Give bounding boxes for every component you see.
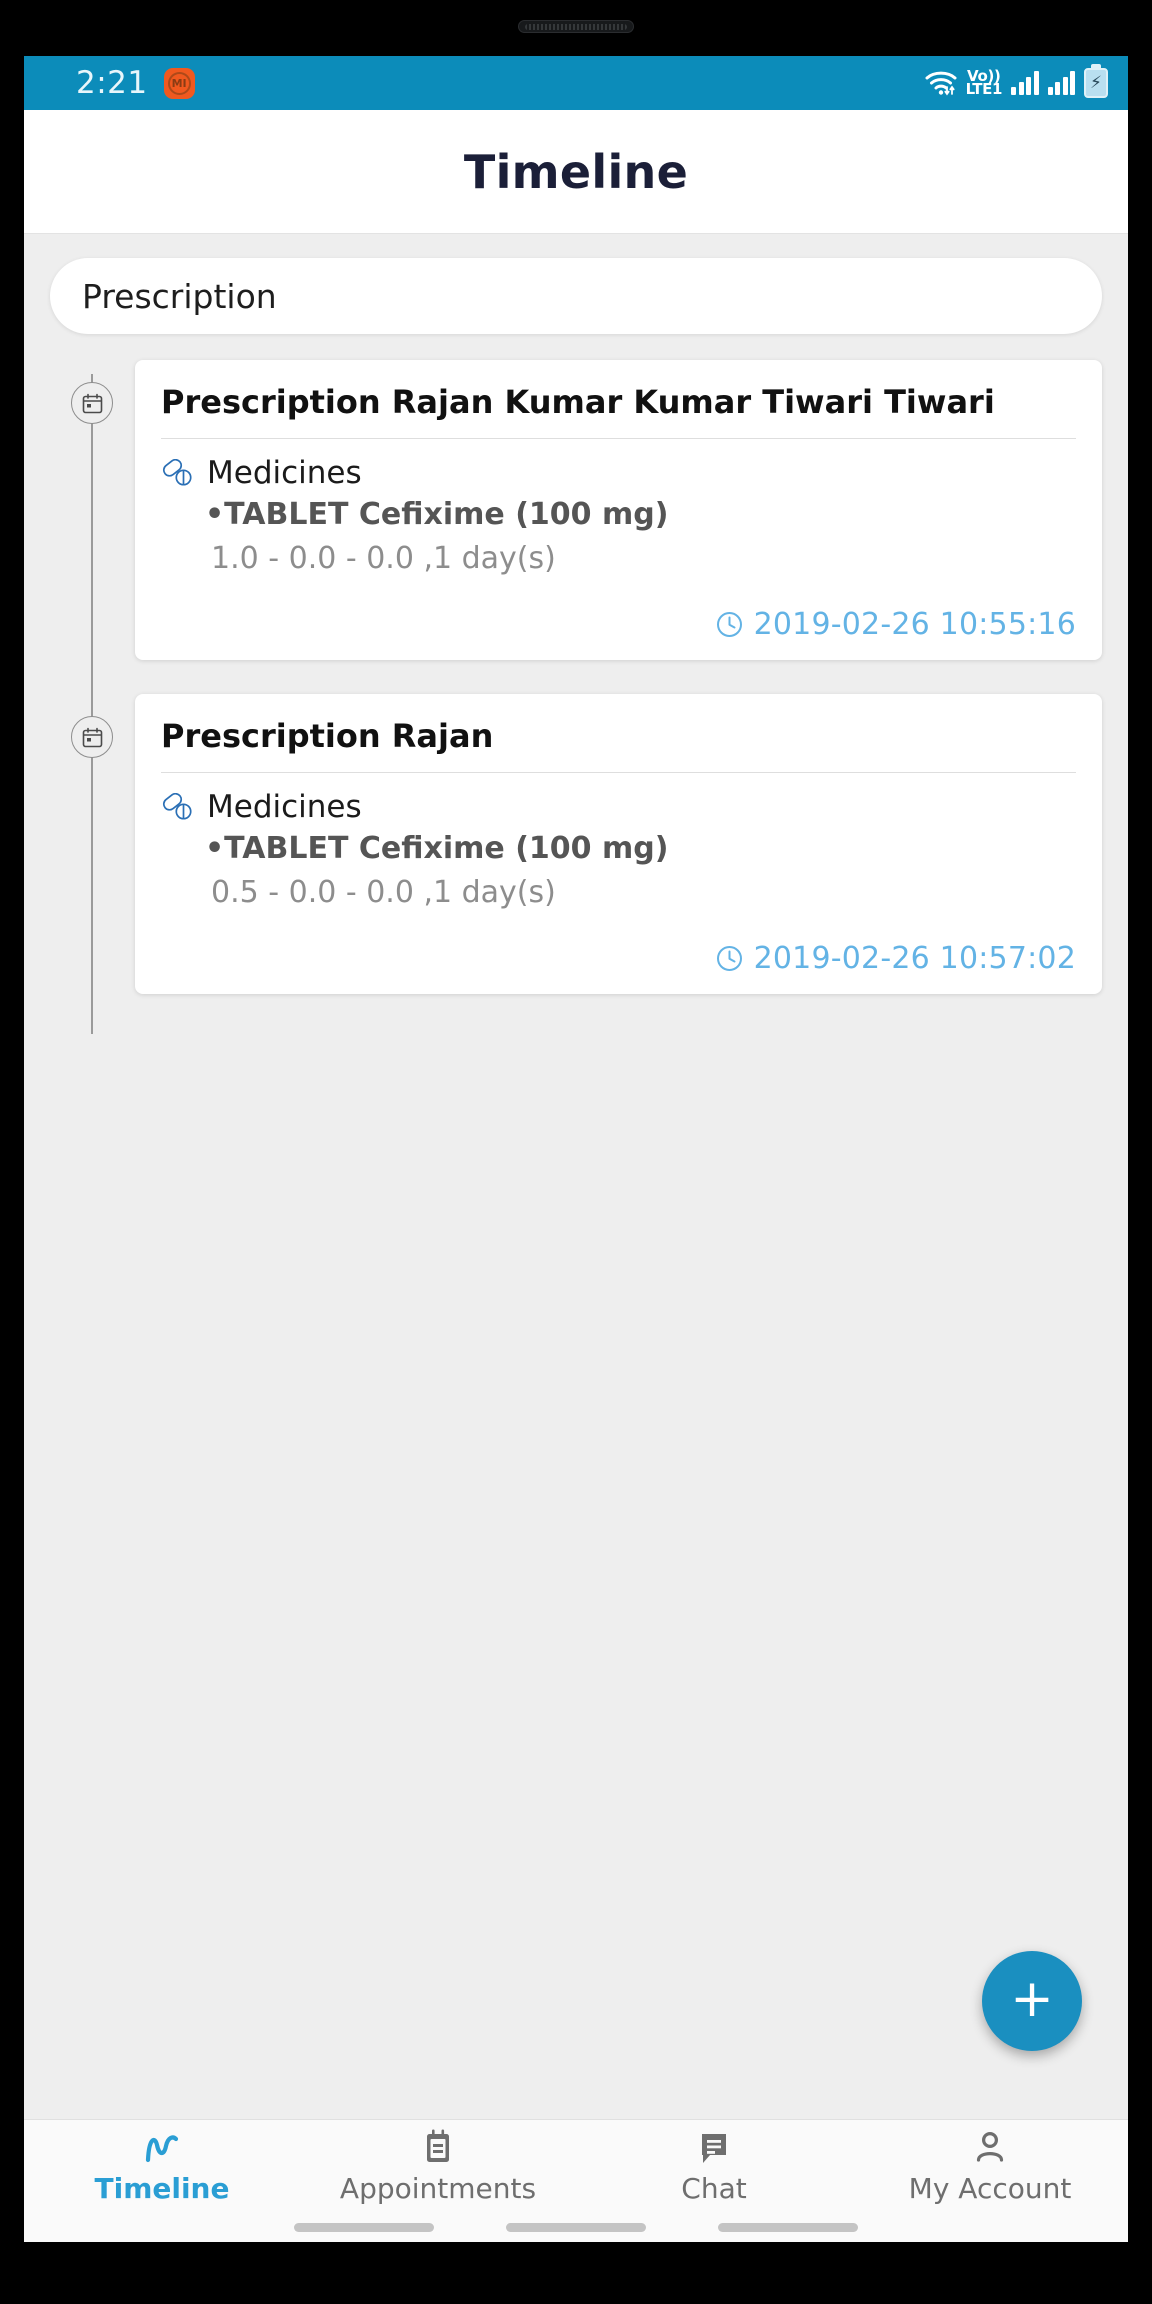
prescription-card-title: Prescription Rajan — [161, 717, 494, 755]
app-bar: Timeline — [24, 110, 1128, 234]
earpiece-speaker — [518, 20, 634, 33]
medicine-dosage: 0.5 - 0.0 - 0.0 ,1 day(s) — [211, 874, 556, 910]
nav-item-timeline[interactable]: Timeline — [24, 2128, 300, 2205]
timeline-marker — [71, 716, 113, 758]
timeline-entry: Prescription Rajan Medicines •TABLET Cef… — [24, 694, 1128, 994]
timeline-entry: Prescription Rajan Kumar Kumar Tiwari Ti… — [24, 360, 1128, 660]
page-title: Timeline — [463, 144, 689, 199]
clock-icon — [716, 945, 743, 972]
plus-icon: + — [1010, 1969, 1054, 2029]
status-bar-left: 2:21 MI — [76, 65, 195, 101]
pills-icon — [161, 792, 195, 821]
chat-bubble-icon — [698, 2128, 730, 2166]
timeline-list: Prescription Rajan Kumar Kumar Tiwari Ti… — [24, 360, 1128, 1034]
medicines-section-header: Medicines — [161, 789, 1076, 825]
prescription-card-title: Prescription Rajan Kumar Kumar Tiwari Ti… — [161, 383, 995, 421]
add-record-fab[interactable]: + — [982, 1951, 1082, 2051]
system-gesture-bar — [24, 2213, 1128, 2242]
status-clock: 2:21 — [76, 65, 148, 101]
nav-label-appointments: Appointments — [339, 2172, 537, 2205]
card-footer: 2019-02-26 10:57:02 — [161, 927, 1076, 976]
gesture-pill-back[interactable] — [294, 2223, 434, 2232]
nav-item-chat[interactable]: Chat — [576, 2128, 852, 2205]
battery-charging-icon: ⚡ — [1084, 68, 1108, 98]
timeline-chart-icon — [142, 2128, 182, 2166]
calendar-device-icon — [423, 2128, 453, 2166]
volte-icon: Vo)) LTE1 — [965, 69, 1003, 98]
person-icon — [973, 2128, 1007, 2166]
volte-lte-label: LTE1 — [965, 80, 1003, 98]
device-frame: 2:21 MI Vo)) LTE1 ⚡ Timeline Prescriptio… — [0, 0, 1152, 2304]
status-bar-right: Vo)) LTE1 ⚡ — [925, 68, 1108, 98]
mi-app-icon-label: MI — [171, 76, 187, 90]
gesture-pill-recents[interactable] — [718, 2223, 858, 2232]
card-divider — [161, 438, 1076, 439]
timeline-marker — [71, 382, 113, 424]
card-divider — [161, 772, 1076, 773]
clock-icon — [716, 611, 743, 638]
filter-selected-label: Prescription — [82, 276, 277, 316]
nav-label-my-account: My Account — [908, 2172, 1072, 2205]
bottom-navigation: Timeline Appointments Chat My Account — [24, 2119, 1128, 2213]
prescription-filter-dropdown[interactable]: Prescription — [50, 258, 1102, 334]
card-footer: 2019-02-26 10:55:16 — [161, 593, 1076, 642]
mi-app-icon: MI — [163, 67, 195, 99]
calendar-icon — [82, 393, 103, 414]
medicine-name: •TABLET Cefixime (100 mg) — [205, 831, 669, 866]
nav-label-chat: Chat — [681, 2172, 747, 2205]
pills-icon — [161, 458, 195, 487]
prescription-card[interactable]: Prescription Rajan Kumar Kumar Tiwari Ti… — [135, 360, 1102, 660]
status-bar: 2:21 MI Vo)) LTE1 ⚡ — [24, 56, 1128, 110]
main-content: Prescription Prescription Rajan Kumar Ku… — [24, 234, 1128, 2119]
signal-bars-icon — [1011, 71, 1039, 95]
medicines-section-header: Medicines — [161, 455, 1076, 491]
nav-item-appointments[interactable]: Appointments — [300, 2128, 576, 2205]
medicine-name: •TABLET Cefixime (100 mg) — [205, 497, 669, 532]
signal-bars-icon-2 — [1047, 71, 1075, 95]
nav-item-my-account[interactable]: My Account — [852, 2128, 1128, 2205]
prescription-timestamp: 2019-02-26 10:57:02 — [753, 941, 1076, 976]
medicines-section-label: Medicines — [207, 789, 362, 825]
calendar-icon — [82, 727, 103, 748]
gesture-pill-home[interactable] — [506, 2223, 646, 2232]
medicine-dosage: 1.0 - 0.0 - 0.0 ,1 day(s) — [211, 540, 556, 576]
wifi-icon — [925, 69, 957, 97]
medicines-section-label: Medicines — [207, 455, 362, 491]
speaker-grill — [525, 24, 627, 30]
nav-label-timeline: Timeline — [94, 2172, 230, 2205]
prescription-timestamp: 2019-02-26 10:55:16 — [753, 607, 1076, 642]
phone-screen: 2:21 MI Vo)) LTE1 ⚡ Timeline Prescriptio… — [24, 56, 1128, 2242]
prescription-card[interactable]: Prescription Rajan Medicines •TABLET Cef… — [135, 694, 1102, 994]
